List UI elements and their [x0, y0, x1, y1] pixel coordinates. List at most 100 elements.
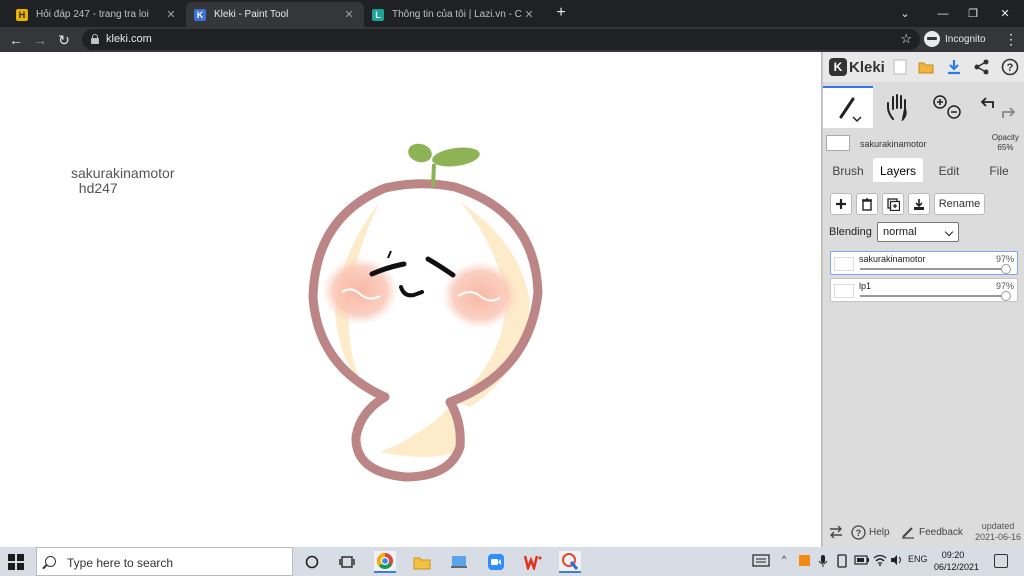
taskbar-search-box[interactable]: Type here to search — [36, 547, 293, 576]
layer-name: sakurakinamotor — [859, 254, 926, 264]
tab-hoi-dap[interactable]: H Hỏi đáp 247 - trang tra loi ✕ — [8, 2, 186, 27]
duplicate-layer-button[interactable] — [882, 193, 904, 215]
tray-app-icon[interactable] — [798, 554, 811, 569]
kleki-logo-text: Kleki — [849, 58, 885, 76]
panel-tabs: Brush Layers Edit File — [823, 158, 1024, 182]
zoom-app-icon[interactable] — [485, 551, 507, 573]
incognito-icon — [924, 31, 940, 47]
url-text: kleki.com — [106, 33, 152, 45]
search-icon — [45, 556, 56, 567]
windows-taskbar: Type here to search ^ ENG 09:20 06/12/20… — [0, 547, 1024, 576]
close-window-button[interactable]: ✕ — [990, 0, 1020, 27]
layer-opacity-handle[interactable] — [1000, 291, 1011, 301]
feedback-button[interactable]: Feedback — [901, 525, 963, 539]
eye-right — [425, 256, 456, 278]
help-label: Help — [869, 527, 890, 538]
forward-arrow-icon[interactable]: → — [31, 31, 49, 49]
bookmark-star-icon[interactable]: ☆ — [900, 31, 912, 47]
taskbar-clock[interactable]: 09:20 06/12/2021 — [934, 549, 980, 573]
tab-close-icon[interactable]: ✕ — [342, 8, 356, 21]
cortana-icon[interactable] — [301, 551, 323, 573]
plus-icon — [836, 199, 846, 209]
share-icon[interactable] — [973, 58, 991, 76]
drawing-canvas[interactable]: sakurakinamotor hd247 — [0, 52, 822, 547]
tab-close-icon[interactable]: ✕ — [164, 8, 178, 21]
lazi-favicon-icon: L — [372, 8, 384, 21]
minimize-button[interactable]: — — [928, 0, 958, 27]
help-circle-icon[interactable]: ? — [1001, 58, 1019, 76]
tab-kleki[interactable]: K Kleki - Paint Tool ✕ — [186, 2, 364, 27]
kleki-side-panel: K Kleki ? sakurakinamotor Opacity 65% Br… — [822, 52, 1024, 547]
notification-center-icon[interactable] — [994, 554, 1008, 568]
incognito-indicator[interactable]: Incognito — [924, 29, 986, 49]
hand-tool-button[interactable] — [873, 86, 923, 128]
merge-layer-button[interactable] — [908, 193, 930, 215]
help-button[interactable]: ? Help — [851, 525, 890, 540]
kleki-logo[interactable]: K Kleki — [829, 58, 885, 76]
tab-layers[interactable]: Layers — [873, 158, 923, 182]
updated-date: 2021-06-16 — [974, 532, 1021, 542]
delete-layer-button[interactable] — [856, 193, 878, 215]
layer-row[interactable]: sakurakinamotor 97% — [830, 251, 1018, 275]
merge-down-icon — [914, 198, 924, 210]
new-tab-button[interactable]: + — [552, 4, 570, 22]
blending-select[interactable]: normal — [877, 222, 959, 242]
brush-tool-button[interactable] — [823, 86, 873, 128]
file-explorer-icon[interactable] — [411, 551, 433, 573]
brush-icon — [839, 97, 862, 123]
microphone-icon[interactable] — [818, 554, 828, 570]
new-image-icon[interactable] — [891, 58, 909, 76]
tab-edit[interactable]: Edit — [924, 158, 974, 182]
clock-time: 09:20 — [941, 550, 965, 560]
volume-icon[interactable] — [890, 554, 904, 568]
layer-opacity-fill — [860, 268, 1006, 270]
layer-opacity-label: 97% — [995, 281, 1014, 291]
trash-icon — [862, 197, 872, 211]
language-indicator[interactable]: ENG — [908, 554, 928, 564]
clock-date: 06/12/2021 — [934, 562, 980, 572]
tab-close-icon[interactable]: ✕ — [522, 8, 536, 21]
brush-preview-thumbnail — [826, 135, 850, 151]
hand-icon — [887, 94, 907, 121]
wifi-icon[interactable] — [873, 554, 887, 568]
layer-row[interactable]: lp1 97% — [830, 278, 1018, 302]
shading-bottom — [380, 407, 458, 457]
incognito-label: Incognito — [945, 33, 986, 45]
wps-office-icon[interactable] — [522, 551, 544, 573]
brush-opacity[interactable]: Opacity 65% — [992, 133, 1019, 153]
open-folder-icon[interactable] — [917, 58, 935, 76]
chrome-taskbar-icon[interactable] — [374, 551, 396, 573]
app-taskbar-icon[interactable] — [448, 551, 470, 573]
paint-app-icon[interactable] — [559, 551, 581, 573]
tray-keyboard-icon[interactable] — [752, 554, 770, 569]
layers-pane: Rename Blending normal sakurakinamotor 9… — [823, 182, 1024, 307]
windows-start-icon[interactable] — [8, 554, 24, 570]
reload-icon[interactable]: ↻ — [55, 31, 73, 49]
rename-layer-button[interactable]: Rename — [934, 193, 985, 215]
zoom-tool-button[interactable] — [923, 86, 973, 128]
battery-icon[interactable] — [854, 554, 870, 568]
layer-opacity-slider[interactable] — [860, 264, 1011, 274]
tab-file[interactable]: File — [974, 158, 1024, 182]
layer-opacity-handle[interactable] — [1000, 264, 1011, 274]
lock-icon — [91, 34, 99, 44]
browser-menu-icon[interactable]: ⋮ — [1004, 30, 1018, 48]
tab-title: Hỏi đáp 247 - trang tra loi — [36, 9, 149, 20]
layer-opacity-slider[interactable] — [860, 291, 1011, 301]
back-arrow-icon[interactable]: ← — [7, 31, 25, 49]
tray-expand-icon[interactable]: ^ — [782, 554, 786, 564]
tab-lazi[interactable]: L Thông tin của tôi | Lazi.vn - Cộng ✕ — [364, 2, 544, 27]
tool-row — [823, 86, 1024, 128]
restore-button[interactable]: ❐ — [958, 0, 988, 27]
add-layer-button[interactable] — [830, 193, 852, 215]
save-download-icon[interactable] — [945, 58, 963, 76]
undo-redo-button[interactable] — [973, 86, 1023, 128]
swap-side-icon[interactable] — [829, 525, 843, 539]
task-view-icon[interactable] — [336, 551, 358, 573]
address-bar[interactable]: kleki.com ☆ — [82, 29, 920, 50]
layer-thumbnail — [834, 284, 854, 298]
tray-device-icon[interactable] — [836, 554, 848, 570]
updated-label: updated — [981, 521, 1015, 531]
tab-brush[interactable]: Brush — [823, 158, 873, 182]
tab-search-icon[interactable]: ⌄ — [890, 0, 920, 27]
